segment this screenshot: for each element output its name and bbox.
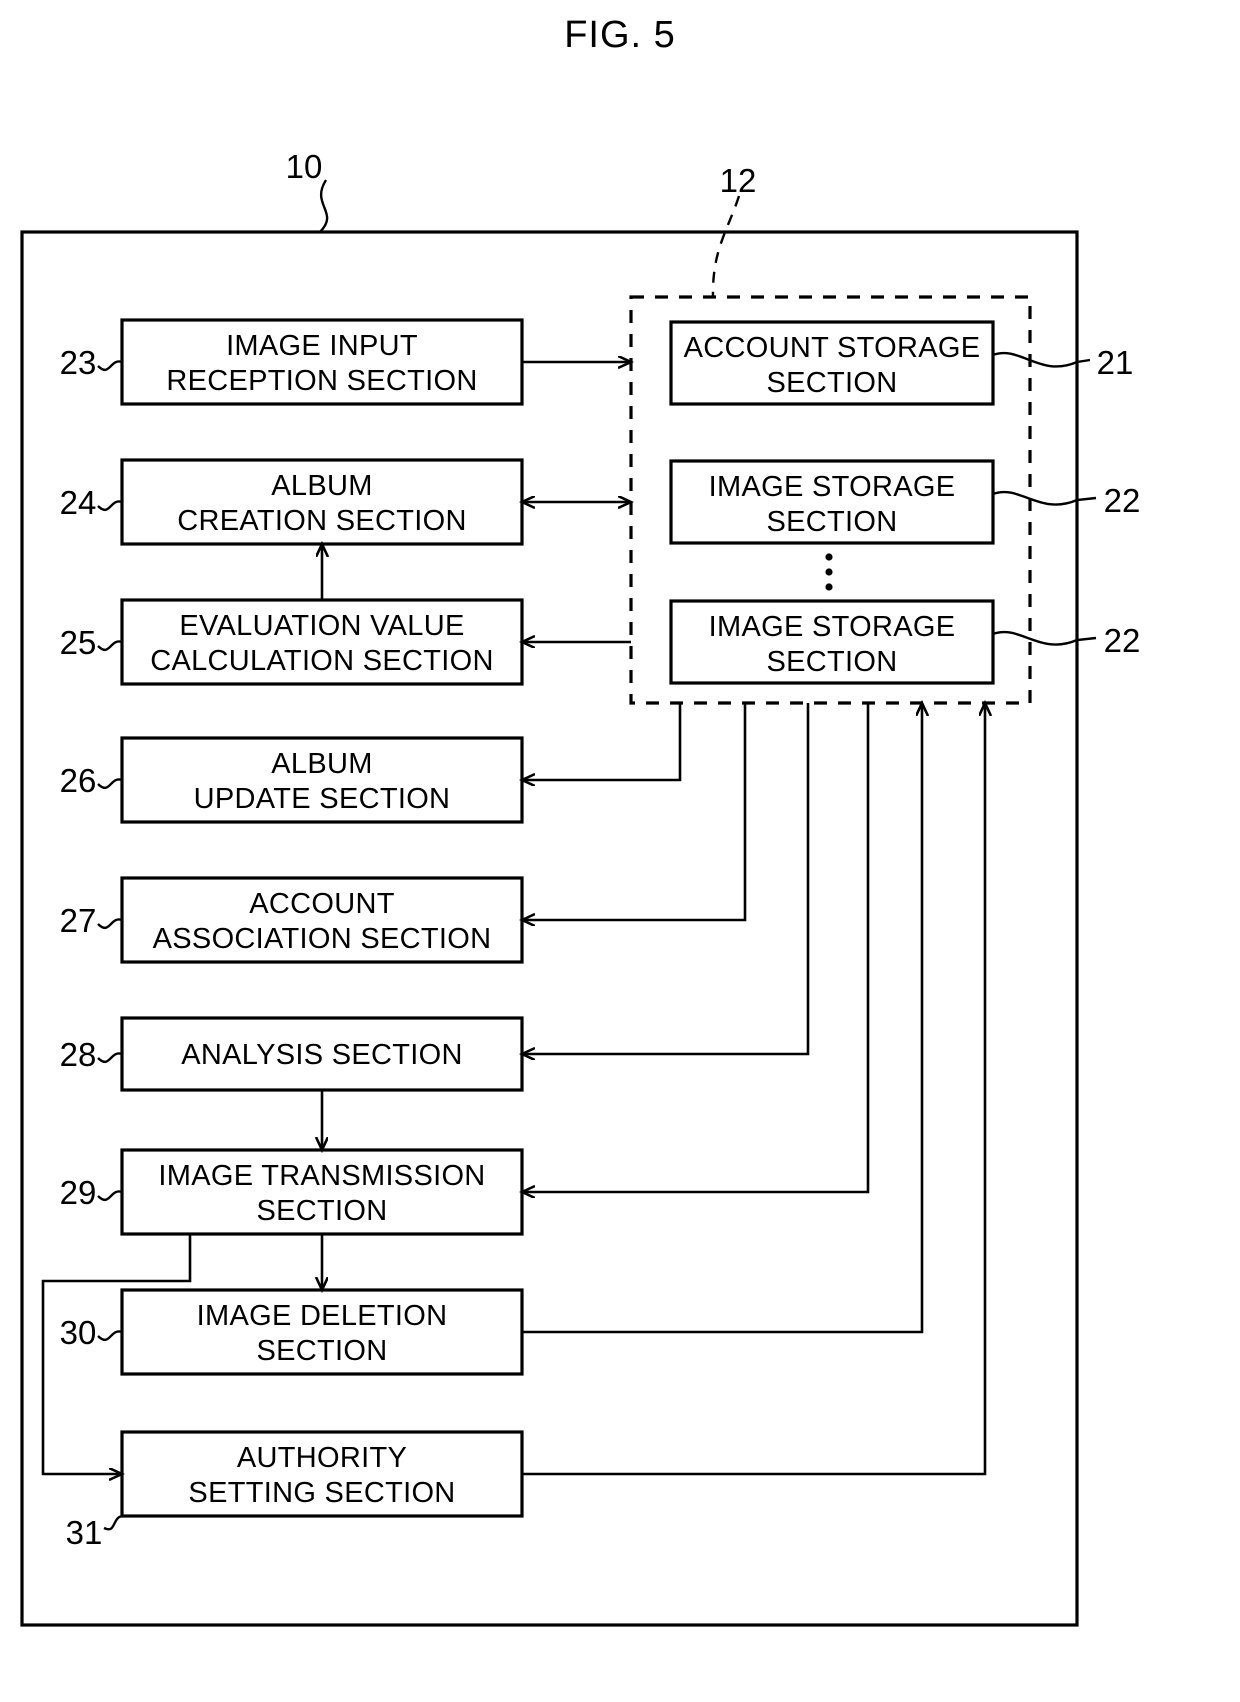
ref-leader-24 — [97, 500, 123, 512]
block-label-30-line1: IMAGE DELETION — [197, 1300, 448, 1332]
arrow-storage-group-to-27 — [522, 703, 747, 920]
storage-label-22-first-line2: SECTION — [767, 506, 898, 538]
ref-leader-23 — [97, 360, 123, 372]
ref-leader-12 — [711, 195, 741, 298]
block-label-25-line1: EVALUATION VALUE — [179, 610, 464, 642]
storage-label-22-last-line1: IMAGE STORAGE — [709, 611, 956, 643]
ref-number-24: 24 — [60, 484, 97, 521]
block-label-25-line2: CALCULATION SECTION — [150, 645, 494, 677]
ref-number-27: 27 — [60, 902, 97, 939]
block-label-23-line2: RECEPTION SECTION — [166, 365, 477, 397]
ref-number-12: 12 — [720, 162, 757, 199]
block-label-28: ANALYSIS SECTION — [181, 1039, 462, 1071]
storage-label-21-line1: ACCOUNT STORAGE — [684, 332, 981, 364]
vertical-ellipsis-icon — [825, 553, 833, 591]
arrow-storage-group-to-26 — [522, 703, 682, 780]
arrow-storage-group-to-29 — [522, 703, 870, 1192]
ref-number-25: 25 — [60, 624, 97, 661]
block-label-31-line1: AUTHORITY — [237, 1442, 407, 1474]
storage-label-22-first-line1: IMAGE STORAGE — [709, 471, 956, 503]
figure-root: FIG. 5 23 24 25 26 27 28 29 30 31 21 22 … — [0, 0, 1240, 1702]
ref-leader-29 — [97, 1190, 123, 1202]
storage-label-22-last-line2: SECTION — [767, 646, 898, 678]
ref-number-29: 29 — [60, 1174, 97, 1211]
block-label-24-line2: CREATION SECTION — [177, 505, 466, 537]
block-label-29-line1: IMAGE TRANSMISSION — [158, 1160, 485, 1192]
ref-leader-25 — [97, 640, 123, 652]
ref-leader-22-first — [992, 490, 1097, 506]
block-label-29-line2: SECTION — [257, 1195, 388, 1227]
block-label-26-line1: ALBUM — [271, 748, 372, 780]
ref-leader-27 — [97, 918, 123, 930]
ref-leader-10 — [319, 179, 329, 233]
ref-number-10: 10 — [286, 148, 323, 185]
ref-number-22-first: 22 — [1104, 482, 1141, 519]
block-label-27-line2: ASSOCIATION SECTION — [153, 923, 492, 955]
arrow-storage-group-to-28 — [522, 703, 810, 1054]
block-label-23-line1: IMAGE INPUT — [226, 330, 418, 362]
block-label-28-line1: ANALYSIS SECTION — [181, 1039, 462, 1071]
ref-number-31: 31 — [66, 1514, 103, 1551]
ref-leader-30 — [97, 1330, 123, 1342]
block-label-31-line2: SETTING SECTION — [188, 1477, 455, 1509]
arrow-30-to-storage-group — [522, 703, 922, 1334]
ref-number-28: 28 — [60, 1036, 97, 1073]
ref-leader-31 — [103, 1514, 123, 1531]
ref-leader-22-last — [992, 630, 1097, 646]
ref-leader-28 — [97, 1052, 123, 1064]
arrow-31-to-storage-group — [522, 703, 985, 1476]
block-label-26-line2: UPDATE SECTION — [194, 783, 451, 815]
block-diagram: 23 24 25 26 27 28 29 30 31 21 22 22 10 1… — [20, 148, 1141, 1627]
ref-leader-26 — [97, 778, 123, 790]
block-label-30-line2: SECTION — [257, 1335, 388, 1367]
ref-number-22-last: 22 — [1104, 622, 1141, 659]
storage-label-21-line2: SECTION — [767, 367, 898, 399]
ref-number-30: 30 — [60, 1314, 97, 1351]
ref-number-21: 21 — [1097, 344, 1134, 381]
ref-number-23: 23 — [60, 344, 97, 381]
ref-number-26: 26 — [60, 762, 97, 799]
block-label-27-line1: ACCOUNT — [249, 888, 395, 920]
block-label-24-line1: ALBUM — [271, 470, 372, 502]
